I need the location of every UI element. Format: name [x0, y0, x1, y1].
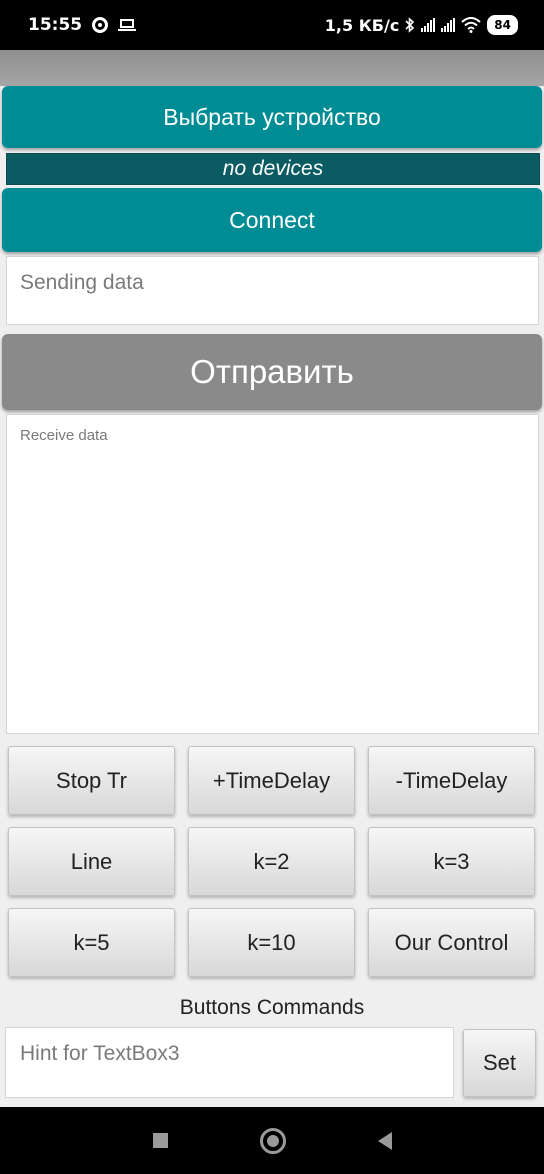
laptop-icon [118, 19, 137, 31]
our-control-button[interactable]: Our Control [368, 908, 535, 977]
k5-button[interactable]: k=5 [8, 908, 175, 977]
sync-icon [92, 17, 109, 33]
signal-icon [441, 18, 456, 32]
stop-tr-button[interactable]: Stop Tr [8, 746, 175, 815]
receive-data-area[interactable]: Receive data [6, 414, 539, 734]
navigation-bar [0, 1107, 544, 1174]
k3-button[interactable]: k=3 [368, 827, 535, 896]
status-bar-left: 15:55 [28, 15, 137, 35]
status-bar-right: 1,5 КБ/с 84 [325, 15, 518, 35]
set-button[interactable]: Set [463, 1029, 536, 1097]
connect-button[interactable]: Connect [2, 188, 542, 252]
k10-button[interactable]: k=10 [188, 908, 355, 977]
select-device-button[interactable]: Выбрать устройство [2, 86, 542, 148]
status-time: 15:55 [28, 15, 83, 35]
recent-apps-icon[interactable] [152, 1133, 168, 1148]
battery-icon: 84 [487, 15, 518, 35]
back-icon[interactable] [377, 1131, 392, 1150]
time-delay-plus-button[interactable]: +TimeDelay [188, 746, 355, 815]
signal-icon [421, 18, 436, 32]
k2-button[interactable]: k=2 [188, 827, 355, 896]
device-status-label: no devices [6, 153, 540, 185]
home-icon[interactable] [259, 1127, 286, 1154]
buttons-commands-label: Buttons Commands [179, 996, 365, 1019]
textbox3-input[interactable]: Hint for TextBox3 [5, 1027, 454, 1098]
network-speed: 1,5 КБ/с [324, 15, 400, 35]
wifi-icon [461, 17, 481, 33]
time-delay-minus-button[interactable]: -TimeDelay [368, 746, 535, 815]
status-bar: 15:55 1,5 КБ/с 84 [0, 0, 544, 50]
send-button[interactable]: Отправить [2, 334, 542, 410]
app-toolbar [0, 50, 544, 86]
line-button[interactable]: Line [8, 827, 175, 896]
sending-data-input[interactable]: Sending data [6, 256, 539, 325]
bluetooth-icon [405, 17, 415, 33]
